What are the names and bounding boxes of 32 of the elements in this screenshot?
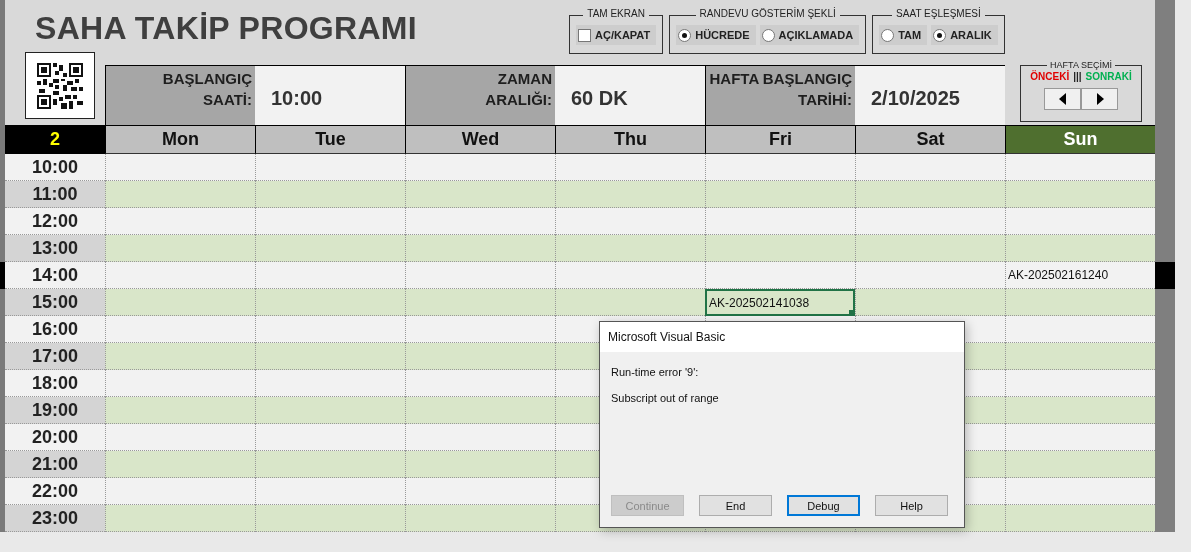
next-label: SONRAKİ bbox=[1085, 71, 1132, 82]
program-title: SAHA TAKİP PROGRAMI bbox=[34, 9, 418, 48]
error-message: Run-time error '9': bbox=[611, 366, 700, 378]
time-label: 13:00 bbox=[5, 235, 105, 262]
group-title: HAFTA SEÇİMİ bbox=[1047, 60, 1115, 70]
time-label: 21:00 bbox=[5, 451, 105, 478]
week-number: 2 bbox=[5, 125, 105, 154]
field-value: 60 DK bbox=[555, 65, 705, 125]
time-label: 10:00 bbox=[5, 154, 105, 181]
time-label: 14:00 bbox=[5, 262, 105, 289]
dialog-title: Microsoft Visual Basic bbox=[600, 322, 964, 352]
field-label: HAFTA BAŞLANGIÇ TARİHİ: bbox=[705, 65, 855, 125]
group-title: RANDEVU GÖSTERİM ŞEKLİ bbox=[695, 8, 840, 19]
error-message: Subscript out of range bbox=[611, 392, 720, 404]
group-title: SAAT EŞLEŞMESİ bbox=[892, 8, 985, 19]
time-label: 20:00 bbox=[5, 424, 105, 451]
field-label: BAŞLANGIÇ SAATİ: bbox=[105, 65, 255, 125]
field-label: ZAMAN ARALIĞI: bbox=[405, 65, 555, 125]
separator-text: ||| bbox=[1073, 71, 1082, 82]
field-value: 10:00 bbox=[255, 65, 405, 125]
field-value: 2/10/2025 bbox=[855, 65, 1005, 125]
time-label: 11:00 bbox=[5, 181, 105, 208]
time-label: 22:00 bbox=[5, 478, 105, 505]
time-label: 23:00 bbox=[5, 505, 105, 532]
time-label: 15:00 bbox=[5, 289, 105, 316]
time-label: 16:00 bbox=[5, 316, 105, 343]
time-label: 17:00 bbox=[5, 343, 105, 370]
time-label: 18:00 bbox=[5, 370, 105, 397]
previous-label: ÖNCEKİ bbox=[1030, 71, 1070, 82]
time-label: 12:00 bbox=[5, 208, 105, 235]
time-label: 19:00 bbox=[5, 397, 105, 424]
group-title: TAM EKRAN bbox=[583, 8, 649, 19]
